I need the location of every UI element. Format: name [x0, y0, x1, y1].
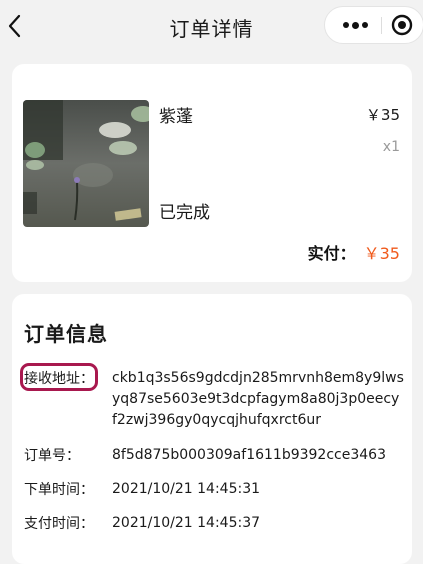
product-name: 紫蓬: [159, 107, 193, 127]
more-dots-icon: [342, 22, 349, 28]
address-label: 接收地址：: [24, 371, 94, 387]
paid-label: 实付：: [307, 244, 356, 263]
mini-program-capsule: [324, 6, 423, 44]
target-circle-icon: [391, 14, 413, 36]
product-image[interactable]: [23, 100, 149, 227]
paid-time-value: 2021/10/21 14:45:37: [112, 515, 261, 531]
order-info-card: 订单信息 接收地址： ckb1q3s56s9gdcdjn285mrvnh8em8…: [12, 294, 412, 564]
close-button[interactable]: [391, 14, 413, 36]
created-time-label: 下单时间：: [24, 482, 94, 498]
lotus-pond-photo: [23, 100, 149, 227]
section-title: 订单信息: [24, 322, 108, 346]
address-value[interactable]: ckb1q3s56s9gdcdjn285mrvnh8em8y9lwsyq87se…: [112, 368, 404, 431]
navigation-bar: 订单详情: [0, 0, 423, 52]
product-card: 紫蓬 ￥35 x1 已完成 实付： ￥35: [12, 64, 412, 282]
more-button[interactable]: [335, 7, 375, 43]
created-time-value: 2021/10/21 14:45:31: [112, 481, 261, 497]
capsule-divider: [381, 17, 382, 34]
order-number-value[interactable]: 8f5d875b000309af1611b9392cce3463: [112, 445, 404, 466]
product-price: ￥35: [365, 106, 400, 124]
paid-time-label: 支付时间：: [24, 516, 94, 532]
order-status: 已完成: [159, 203, 210, 223]
paid-amount: ￥35: [363, 244, 400, 263]
order-number-label: 订单号：: [24, 448, 80, 464]
paid-total: 实付： ￥35: [308, 240, 400, 264]
product-quantity: x1: [382, 139, 400, 155]
